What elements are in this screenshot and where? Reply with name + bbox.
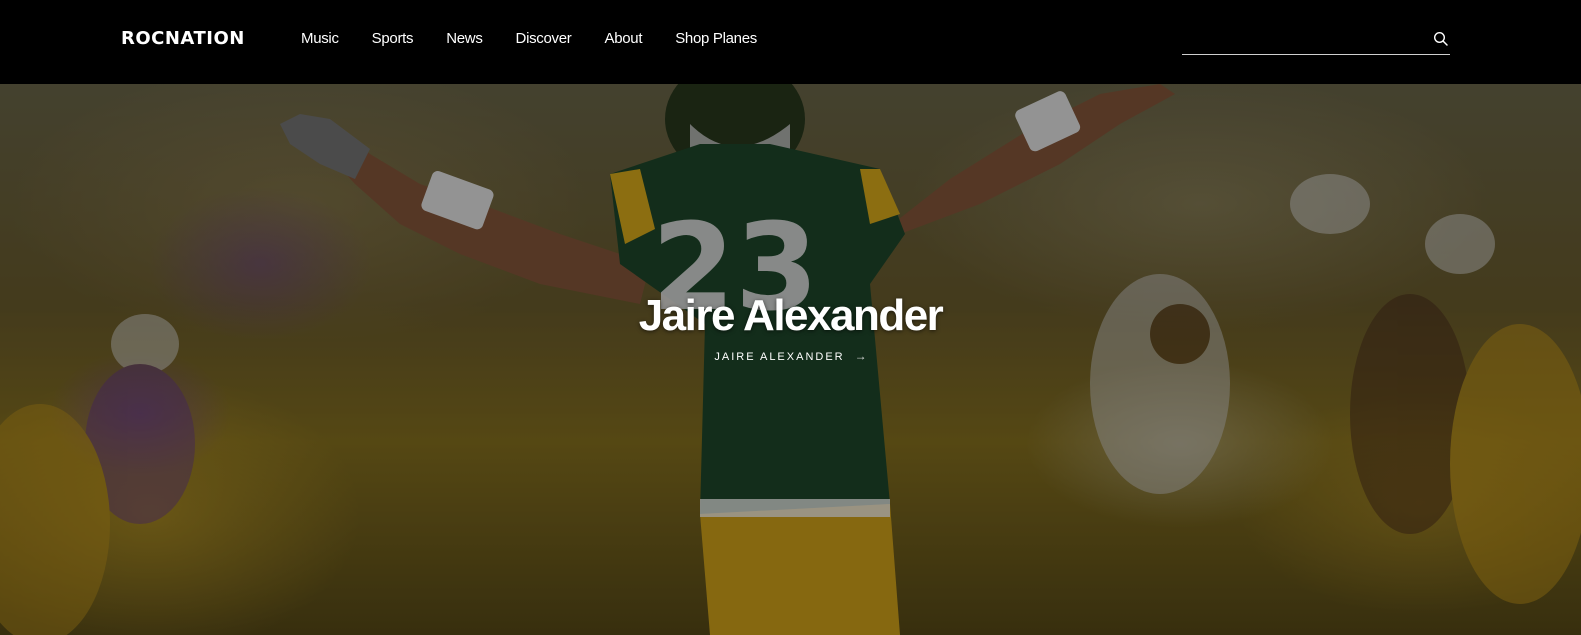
hero-cta-link[interactable]: JAIRE ALEXANDER → <box>0 349 1581 363</box>
nav-item-news[interactable]: News <box>446 30 483 47</box>
hero-title: Jaire Alexander <box>638 291 944 341</box>
nav-item-discover[interactable]: Discover <box>516 30 572 47</box>
arrow-right-icon: → <box>854 349 867 363</box>
nav-item-shop-planes[interactable]: Shop Planes <box>675 30 757 47</box>
nav-item-about[interactable]: About <box>605 30 643 47</box>
search-box <box>1182 26 1450 55</box>
search-icon[interactable] <box>1432 30 1450 48</box>
hero-banner[interactable]: 23 Jaire Alexander JAIRE ALEXANDER → <box>0 84 1581 635</box>
site-header: ROCNATION Music Sports News Discover Abo… <box>0 0 1581 84</box>
main-nav: Music Sports News Discover About Shop Pl… <box>301 30 790 47</box>
search-input[interactable] <box>1182 26 1430 52</box>
hero-cta-label: JAIRE ALEXANDER <box>714 351 845 363</box>
site-logo[interactable]: ROCNATION <box>121 28 245 49</box>
nav-item-sports[interactable]: Sports <box>372 30 414 47</box>
nav-item-music[interactable]: Music <box>301 30 339 47</box>
